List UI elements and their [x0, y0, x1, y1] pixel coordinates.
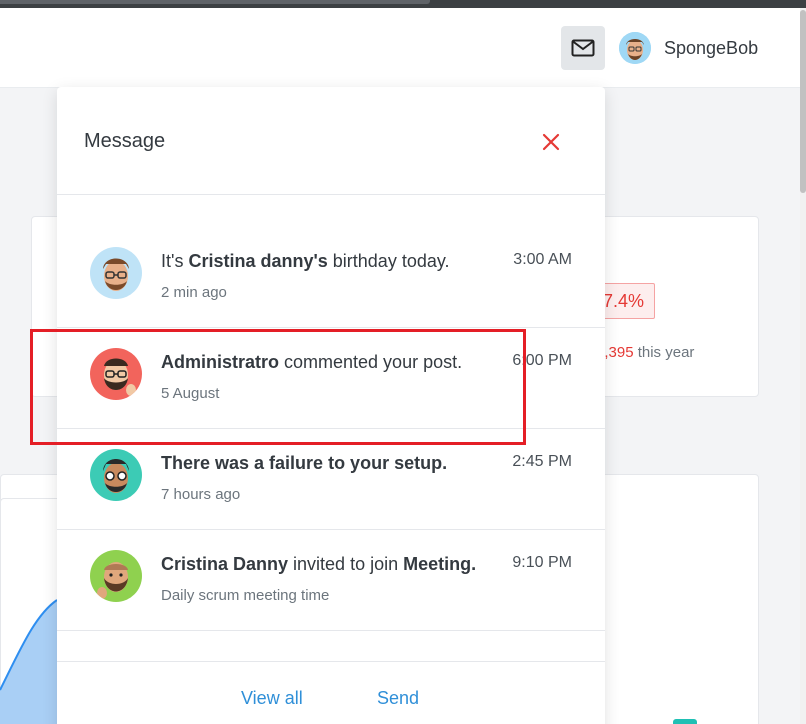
legend-dot [673, 719, 697, 724]
area-chart-fragment [0, 599, 57, 724]
message-time: 2:45 PM [512, 453, 572, 470]
year-suffix: this year [633, 344, 695, 361]
message-bold: Cristina danny's [188, 251, 328, 271]
message-avatar [90, 550, 142, 602]
message-text: There was a failure to your setup. [161, 453, 447, 474]
top-header: SpongeBob [0, 8, 800, 88]
message-subtext: 2 min ago [161, 284, 227, 301]
send-link[interactable]: Send [377, 688, 419, 709]
message-text: It's Cristina danny's birthday today. [161, 251, 450, 272]
year-stat: 0,395 this year [596, 344, 694, 361]
message-text: Cristina Danny invited to join Meeting. [161, 554, 476, 575]
message-avatar [90, 247, 142, 299]
message-pre: It's [161, 251, 189, 271]
close-icon [542, 133, 560, 151]
mail-icon [571, 39, 595, 57]
dropdown-title: Message [84, 130, 166, 152]
dropdown-header: Message [57, 87, 605, 195]
message-item[interactable]: Cristina Danny invited to join Meeting. … [57, 530, 605, 631]
dropdown-footer: View all Send [57, 661, 605, 724]
message-time: 3:00 AM [513, 251, 572, 268]
message-post: birthday today. [327, 251, 450, 271]
message-post: invited to join [288, 554, 404, 574]
message-bold: There was a failure to your setup. [161, 453, 448, 473]
browser-top-strip [0, 0, 806, 8]
scrollbar-thumb[interactable] [800, 10, 806, 193]
message-avatar [90, 449, 142, 501]
browser-tab-strip [0, 0, 430, 4]
message-bold: Cristina Danny [161, 554, 289, 574]
highlight-box [30, 329, 526, 445]
message-bold-2: Meeting. [403, 554, 477, 574]
message-subtext: 7 hours ago [161, 486, 241, 503]
view-all-link[interactable]: View all [241, 688, 303, 709]
message-item[interactable]: It's Cristina danny's birthday today. 2 … [57, 227, 605, 328]
message-time: 9:10 PM [512, 554, 572, 571]
user-avatar[interactable] [619, 32, 651, 64]
mail-button[interactable] [561, 26, 605, 70]
user-avatar-image [619, 32, 651, 64]
message-subtext: Daily scrum meeting time [161, 587, 330, 604]
username-label[interactable]: SpongeBob [664, 38, 758, 59]
close-button[interactable] [538, 129, 564, 155]
